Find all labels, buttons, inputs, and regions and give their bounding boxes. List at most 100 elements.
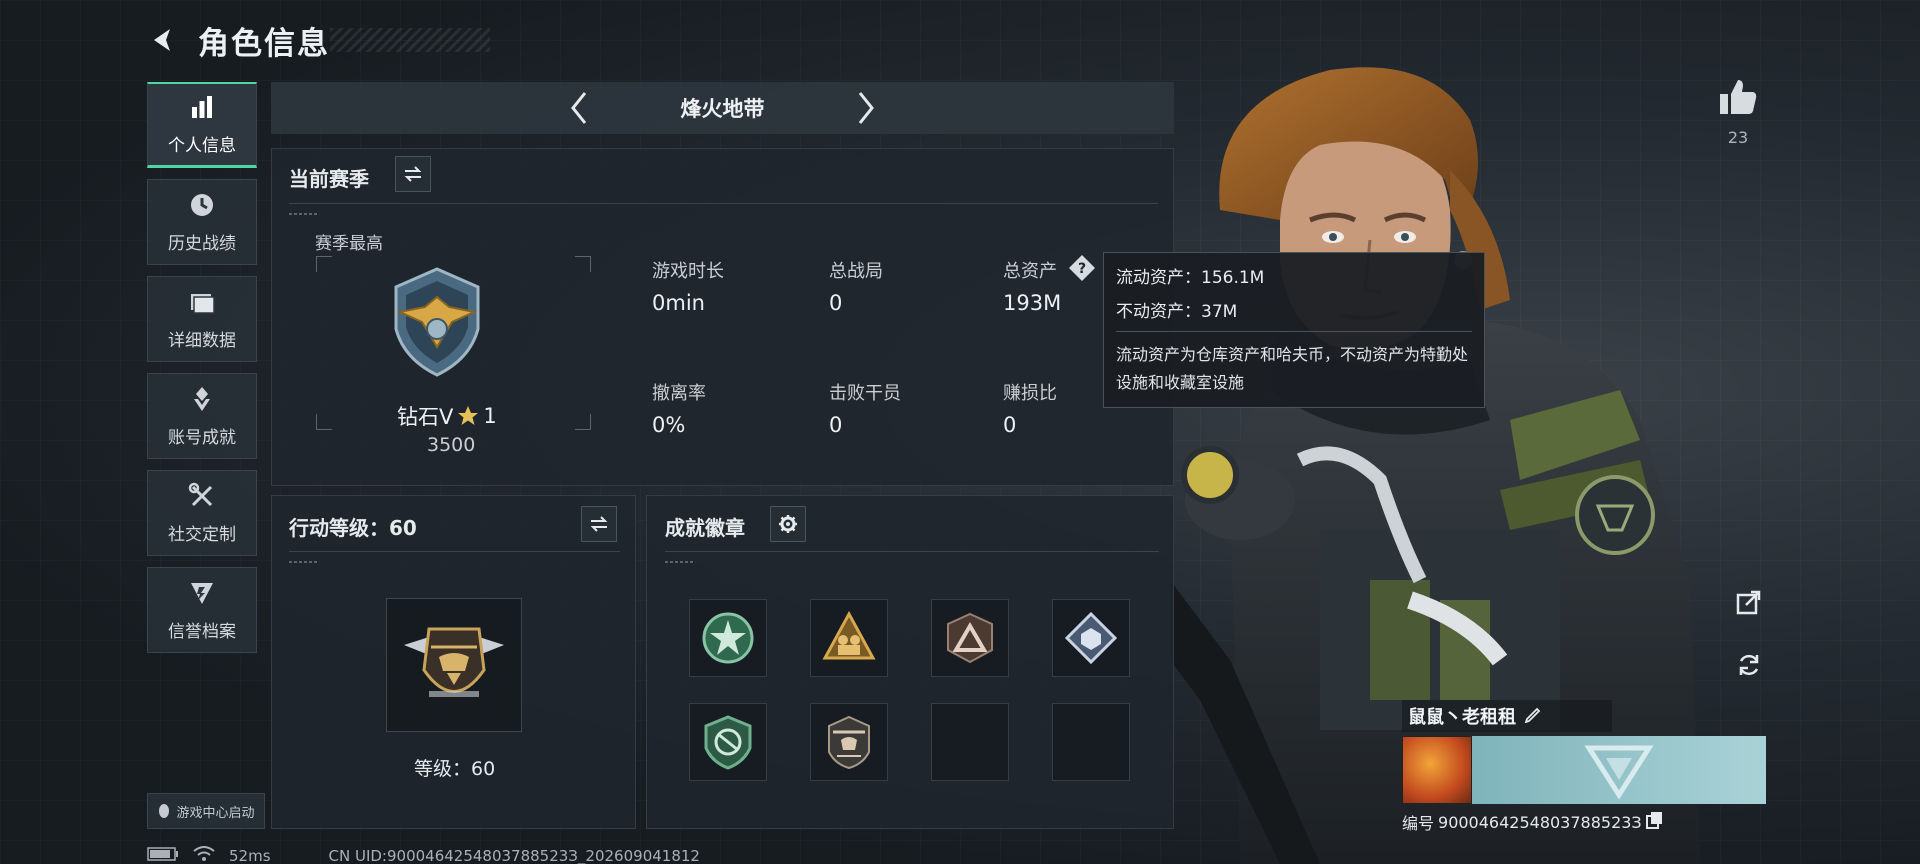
divider [665, 551, 1159, 552]
divider-dash [289, 561, 319, 563]
share-button[interactable] [1731, 584, 1767, 620]
uid-text: CN UID:9000464254803788523З_202609041812 [328, 847, 700, 864]
sidebar-item-achievements[interactable]: 账号成就 [147, 373, 257, 459]
action-switch-button[interactable] [581, 506, 617, 542]
sidebar-item-label: 详细数据 [168, 330, 236, 351]
fixed-asset-value: 37M [1201, 302, 1238, 322]
thumbs-up-icon[interactable] [1718, 78, 1758, 120]
svg-text:?: ? [1078, 261, 1086, 277]
rank-score: 3500 [427, 434, 476, 456]
player-id-row: 编号 9000464254803788523З [1402, 810, 1768, 834]
ping-text: 52ms [229, 847, 271, 864]
prev-mode-arrow-icon[interactable] [559, 88, 599, 128]
edit-icon[interactable] [1524, 705, 1542, 727]
rank-badge-icon [390, 267, 484, 381]
copy-icon[interactable] [1645, 811, 1664, 833]
frame-corner [575, 256, 591, 272]
frame-corner [316, 414, 332, 430]
badges-settings-button[interactable] [770, 506, 806, 542]
action-level-text: 等级：60 [414, 758, 496, 780]
badge-slot[interactable] [689, 703, 767, 781]
status-bar: 52ms CN UID:9000464254803788523З_2026090… [147, 846, 700, 864]
action-level-badge-frame [386, 598, 522, 732]
tooltip-divider [1116, 331, 1472, 332]
badge-slot[interactable] [810, 599, 888, 677]
stat-value: 0 [829, 291, 843, 315]
badge-slot-empty[interactable] [931, 703, 1009, 781]
sidebar: 个人信息 历史战绩 详细数据 账号成就 社交定制 信誉档案 [147, 82, 257, 664]
mode-name: 烽火地带 [680, 97, 765, 121]
player-card: 鼠鼠丶老租租 编号 9000464254803788523З [1402, 700, 1768, 835]
liquid-asset-value: 156.1M [1201, 268, 1265, 288]
stat-label: 赚损比 [1003, 383, 1057, 404]
player-name: 鼠鼠丶老租租 [1408, 707, 1516, 728]
penguin-icon [159, 804, 170, 818]
sidebar-item-credit-record[interactable]: 信誉档案 [147, 567, 257, 653]
sidebar-item-label: 账号成就 [168, 427, 236, 448]
divider [289, 551, 620, 552]
stat-value: 0 [1003, 413, 1017, 437]
sidebar-item-label: 历史战绩 [168, 233, 236, 254]
stat-label: 撤离率 [652, 383, 706, 404]
game-center-button[interactable]: 游戏中心启动 [147, 793, 265, 829]
star-icon [458, 406, 479, 425]
gear-icon [779, 515, 797, 533]
badge-slot[interactable] [931, 599, 1009, 677]
sidebar-item-detailed-data[interactable]: 详细数据 [147, 276, 257, 362]
avatar[interactable] [1402, 736, 1472, 804]
green-arrows-badge-icon [704, 715, 752, 770]
clock-icon [191, 193, 213, 216]
sidebar-item-personal-info[interactable]: 个人信息 [147, 82, 257, 168]
cube-badge-icon [1064, 611, 1118, 665]
gold-soldiers-badge-icon [822, 610, 876, 660]
action-level-panel: 行动等级：60 等级：60 [271, 495, 636, 829]
stat-value: 0% [652, 413, 686, 437]
frame-corner [316, 256, 332, 272]
rank-name: 钻石V [397, 405, 454, 429]
folder-icon [191, 293, 215, 314]
badge-slot[interactable] [689, 599, 767, 677]
stat-value: 193M [1003, 291, 1062, 315]
game-center-label: 游戏中心启动 [176, 805, 255, 821]
helicopter-badge-icon [828, 715, 870, 770]
sidebar-item-social-custom[interactable]: 社交定制 [147, 470, 257, 556]
like-widget: 23 [1718, 78, 1758, 147]
asset-help-icon[interactable]: ? [1068, 254, 1096, 286]
player-name-row: 鼠鼠丶老租租 [1402, 700, 1612, 732]
badge-slot[interactable] [1052, 599, 1130, 677]
divider [289, 203, 1158, 204]
season-switch-button[interactable] [395, 156, 431, 192]
wrench-icon [188, 482, 213, 506]
helicopter-badge-icon [404, 627, 504, 697]
player-id: 9000464254803788523З [1438, 812, 1642, 832]
wifi-icon [193, 846, 215, 864]
liquid-asset-label: 流动资产： [1116, 268, 1201, 288]
swap-icon [590, 516, 608, 532]
bar-chart-icon [192, 96, 212, 118]
frame-corner [575, 414, 591, 430]
divider-dash [289, 213, 319, 215]
shield-icon [191, 582, 213, 604]
green-star-badge-icon [702, 612, 754, 664]
badge-slot[interactable] [810, 703, 888, 781]
stat-label: 总资产 [1003, 261, 1057, 282]
emblem-banner [1472, 736, 1766, 804]
faction-emblem-icon [1584, 745, 1654, 800]
season-title: 当前赛季 [289, 167, 369, 191]
triangle-badge-icon [947, 612, 993, 664]
stat-label: 总战局 [829, 261, 883, 282]
achievement-badges-panel: 成就徽章 [646, 495, 1174, 829]
stat-value: 0min [652, 291, 705, 315]
sidebar-item-history[interactable]: 历史战绩 [147, 179, 257, 265]
refresh-button[interactable] [1731, 647, 1767, 683]
season-highest-label: 赛季最高 [315, 234, 383, 254]
back-arrow-icon[interactable] [146, 23, 180, 57]
share-icon [1736, 590, 1761, 615]
sidebar-item-label: 个人信息 [168, 136, 236, 156]
header: 角色信息 [146, 18, 330, 62]
divider-dash [665, 561, 695, 563]
tooltip-fixed-row: 不动资产：37M [1116, 297, 1472, 322]
rank-display: 钻石V 1 [397, 401, 497, 431]
next-mode-arrow-icon[interactable] [846, 88, 886, 128]
badge-slot-empty[interactable] [1052, 703, 1130, 781]
